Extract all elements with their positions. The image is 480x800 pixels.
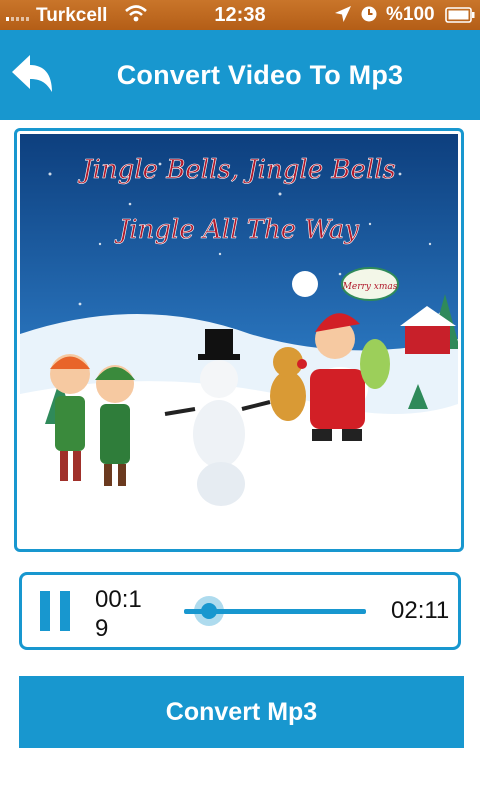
video-preview[interactable]: Jingle Bells, Jingle Bells Jingle All Th…: [14, 128, 464, 552]
back-button[interactable]: [8, 52, 56, 98]
pause-icon: [40, 591, 50, 631]
seek-thumb[interactable]: [194, 596, 225, 626]
current-time: 00:19: [95, 586, 142, 642]
caption-line-1: Jingle Bells, Jingle Bells: [77, 155, 396, 185]
status-bar: Turkcell 12:38 %100: [0, 0, 480, 30]
location-arrow-icon: [335, 6, 351, 22]
page-title: Convert Video To Mp3: [116, 60, 404, 90]
convert-mp3-button[interactable]: Convert Mp3: [19, 676, 464, 748]
merry-xmas-sign: Merry xmas: [342, 282, 398, 292]
total-time: 02:11: [391, 597, 450, 624]
pause-button[interactable]: [40, 591, 70, 631]
caption-line-2: Jingle All The Way: [114, 215, 359, 245]
app-bar: Convert Video To Mp3: [0, 30, 480, 120]
battery-percent: %100: [386, 4, 435, 25]
battery-icon: [445, 7, 475, 23]
back-arrow-icon: [12, 55, 52, 92]
audio-player-bar: 00:19 02:11: [19, 572, 461, 650]
alarm-clock-icon: [361, 6, 377, 22]
video-frame-image: Jingle Bells, Jingle Bells Jingle All Th…: [20, 134, 458, 546]
